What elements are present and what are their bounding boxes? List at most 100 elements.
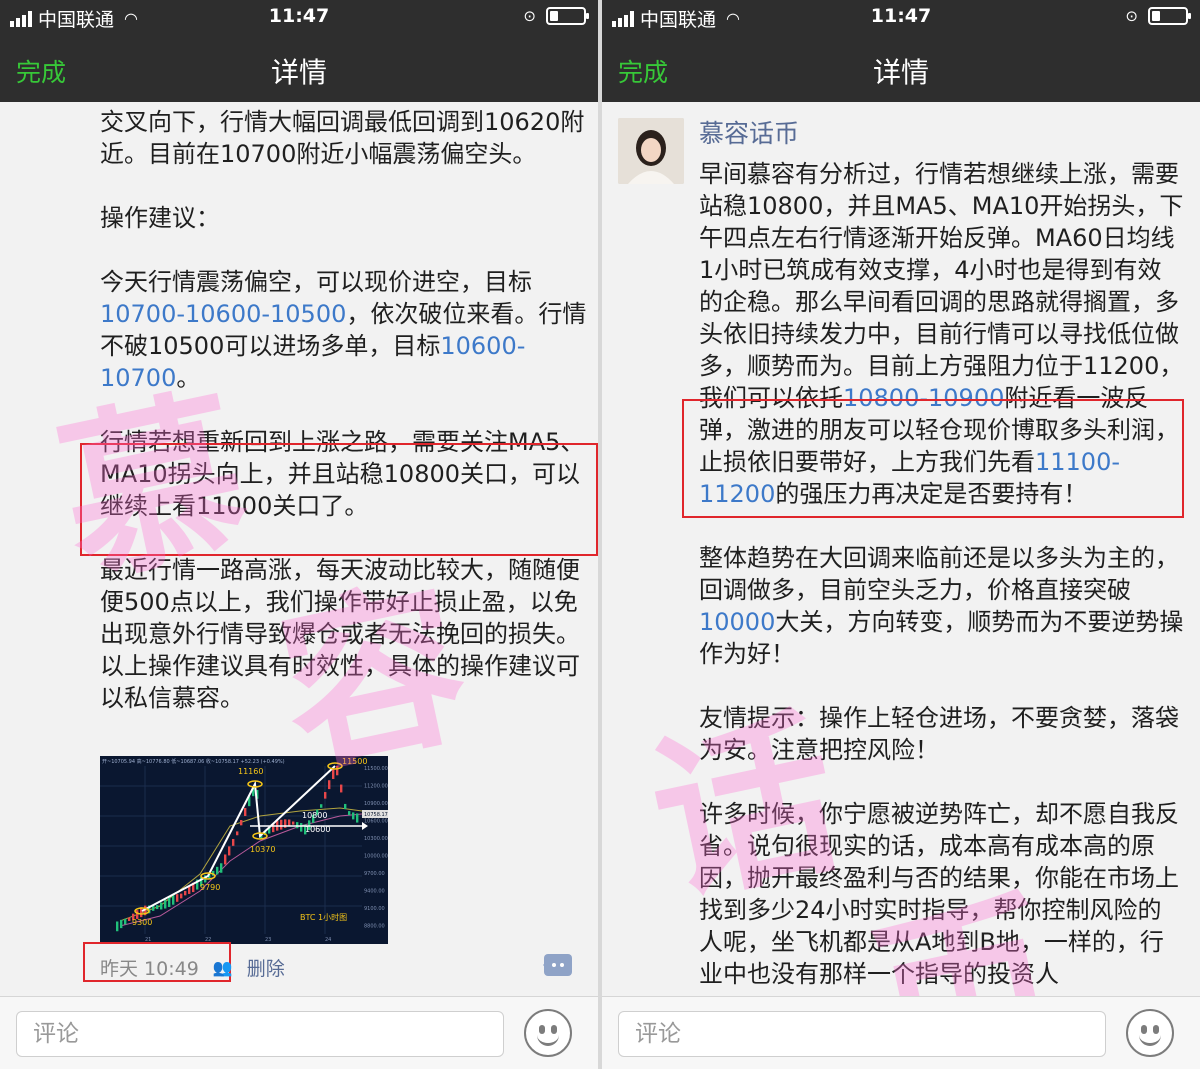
candle xyxy=(228,846,231,856)
candle xyxy=(296,822,299,829)
candle xyxy=(224,854,227,865)
date-tick-label: 21 xyxy=(145,937,151,943)
candle xyxy=(336,765,339,776)
post-paragraph: 友情提示：操作上轻仓进场，不要贪婪，落袋为安。注意把控风险！ xyxy=(699,702,1184,766)
candle xyxy=(288,819,291,826)
candle xyxy=(128,917,131,922)
candle xyxy=(168,897,171,907)
price-tick-label: 10300.00 xyxy=(364,836,388,842)
date-tick-label: 23 xyxy=(265,937,271,943)
post-image-chart[interactable]: 开~10705.94 高~10776.80 低~10687.06 收~10758… xyxy=(100,756,388,944)
post-content[interactable]: 慕容话币 早间慕容有分析过，行情若想继续上涨，需要站稳10800，并且MA5、M… xyxy=(602,102,1200,996)
post-paragraph: 最近行情一路高涨，每天波动比较大，随随便便500点以上，我们操作带好止损止盈，以… xyxy=(100,554,590,714)
text-run: 操作建议： xyxy=(100,204,220,232)
text-run: 行情若想重新回到上涨之路，需要关注MA5、MA10拐头向上，并且站稳10800关… xyxy=(100,428,585,520)
post-text: 早间慕容有分析过，行情若想继续上涨，需要站稳10800，并且MA5、MA10开始… xyxy=(699,158,1184,990)
nav-bar: 完成 详情 xyxy=(602,34,1200,102)
candle xyxy=(180,893,183,899)
chart-annotation: 9300 xyxy=(132,918,152,927)
candle xyxy=(156,905,159,910)
author-name[interactable]: 慕容话币 xyxy=(699,114,799,150)
candle xyxy=(220,863,223,873)
post-time: 昨天 10:49 xyxy=(100,958,199,980)
rotation-lock-icon: ⊙ xyxy=(523,7,536,25)
price-tick-label: 9100.00 xyxy=(364,906,385,912)
post-meta: 昨天 10:49 👥 删除 xyxy=(100,954,285,981)
battery-icon xyxy=(546,7,589,25)
comment-input[interactable]: 评论 xyxy=(618,1011,1106,1057)
chart-annotation: 9790 xyxy=(200,883,220,892)
emoji-icon[interactable] xyxy=(524,1009,572,1057)
candle xyxy=(164,899,167,909)
post-text: 交叉向下，行情大幅回调最低回调到10620附近。目前在10700附近小幅震荡偏空… xyxy=(100,106,590,714)
post-content[interactable]: 交叉向下，行情大幅回调最低回调到10620附近。目前在10700附近小幅震荡偏空… xyxy=(0,102,598,996)
comment-input[interactable]: 评论 xyxy=(16,1011,504,1057)
post-paragraph: 许多时候，你宁愿被逆势阵亡，却不愿自我反省。说句很现实的话，成本高有成本高的原因… xyxy=(699,798,1184,990)
status-time: 11:47 xyxy=(870,5,932,27)
post-paragraph: 交叉向下，行情大幅回调最低回调到10620附近。目前在10700附近小幅震荡偏空… xyxy=(100,106,590,170)
post-paragraph: 行情若想重新回到上涨之路，需要关注MA5、MA10拐头向上，并且站稳10800关… xyxy=(100,426,590,522)
candle xyxy=(348,811,351,816)
candle xyxy=(236,831,239,836)
emoji-icon[interactable] xyxy=(1126,1009,1174,1057)
price-tick-label: 11500.00 xyxy=(364,766,388,772)
candle xyxy=(188,886,191,894)
candle xyxy=(176,894,179,902)
text-run: 友情提示：操作上轻仓进场，不要贪婪，落袋为安。注意把控风险！ xyxy=(699,704,1179,764)
candle xyxy=(300,823,303,832)
comment-bar: 评论 xyxy=(602,996,1200,1069)
post-paragraph: 整体趋势在大回调来临前还是以多头为主的，回调做多，目前空头乏力，价格直接突破 10… xyxy=(699,542,1184,670)
avatar[interactable] xyxy=(618,118,684,184)
text-run: 许多时候，你宁愿被逆势阵亡，却不愿自我反省。说句很现实的话，成本高有成本高的原因… xyxy=(699,800,1179,988)
candle xyxy=(232,838,235,846)
price-range-link[interactable]: 10000 xyxy=(699,608,775,636)
comment-bar: 评论 xyxy=(0,996,598,1069)
candle xyxy=(116,921,119,932)
text-run: 的强压力再决定是否要持有！ xyxy=(775,480,1088,508)
candle xyxy=(172,895,175,905)
page-title: 详情 xyxy=(872,56,929,89)
status-bar: 中国联通 ◠ 11:47 ⊙ xyxy=(602,0,1200,34)
text-run: 今天行情震荡偏空，可以现价进空，目标 xyxy=(100,268,532,296)
candle xyxy=(352,812,355,820)
date-tick-label: 24 xyxy=(325,937,331,943)
comment-action-icon[interactable] xyxy=(543,954,572,976)
text-run: 。 xyxy=(176,364,201,392)
chart-annotation: 10370 xyxy=(250,845,275,854)
price-tag: 10758.17 xyxy=(364,812,388,818)
battery-icon xyxy=(1148,7,1191,25)
candle xyxy=(244,808,247,816)
price-tick-label: 10900.00 xyxy=(364,801,388,807)
candle xyxy=(332,769,335,779)
candle xyxy=(280,819,283,830)
candle xyxy=(292,821,295,825)
post-paragraph: 今天行情震荡偏空，可以现价进空，目标10700-10600-10500，依次破位… xyxy=(100,266,590,394)
date-tick-label: 22 xyxy=(205,937,211,943)
price-tick-label: 10600.00 xyxy=(364,819,388,825)
candle xyxy=(184,890,187,896)
price-range-link[interactable]: 10700-10600-10500 xyxy=(100,300,346,328)
chart-annotation: 10800 xyxy=(302,811,327,820)
price-range-link[interactable]: 10800-10900 xyxy=(843,384,1004,412)
candle xyxy=(356,813,359,823)
chart-annotation: 10600 xyxy=(305,825,330,834)
chart-caption: BTC 1小时图 xyxy=(300,912,347,922)
candle xyxy=(324,792,327,799)
text-run: 早间慕容有分析过，行情若想继续上涨，需要站稳10800，并且MA5、MA10开始… xyxy=(699,160,1184,412)
chart-annotation: 11500 xyxy=(342,757,367,766)
candle xyxy=(328,780,331,790)
post-paragraph: 操作建议： xyxy=(100,202,590,234)
text-run: 最近行情一路高涨，每天波动比较大，随随便便500点以上，我们操作带好止损止盈，以… xyxy=(100,556,580,712)
nav-bar: 完成 详情 xyxy=(0,34,598,102)
right-screen: 中国联通 ◠ 11:47 ⊙ 完成 详情 慕容话币 早间慕容有分析过，行情若想继… xyxy=(602,0,1200,1069)
chart-header: 开~10705.94 高~10776.80 低~10687.06 收~10758… xyxy=(102,758,285,765)
price-tick-label: 10000.00 xyxy=(364,854,388,860)
chart-annotation: 11160 xyxy=(238,767,263,776)
text-run: 交叉向下，行情大幅回调最低回调到10620附近。目前在10700附近小幅震荡偏空… xyxy=(100,108,585,168)
rotation-lock-icon: ⊙ xyxy=(1125,7,1138,25)
text-run: 整体趋势在大回调来临前还是以多头为主的，回调做多，目前空头乏力，价格直接突破 xyxy=(699,544,1179,604)
delete-link[interactable]: 删除 xyxy=(247,954,285,981)
candle xyxy=(120,919,123,929)
status-time: 11:47 xyxy=(268,5,330,27)
post-paragraph: 早间慕容有分析过，行情若想继续上涨，需要站稳10800，并且MA5、MA10开始… xyxy=(699,158,1184,510)
